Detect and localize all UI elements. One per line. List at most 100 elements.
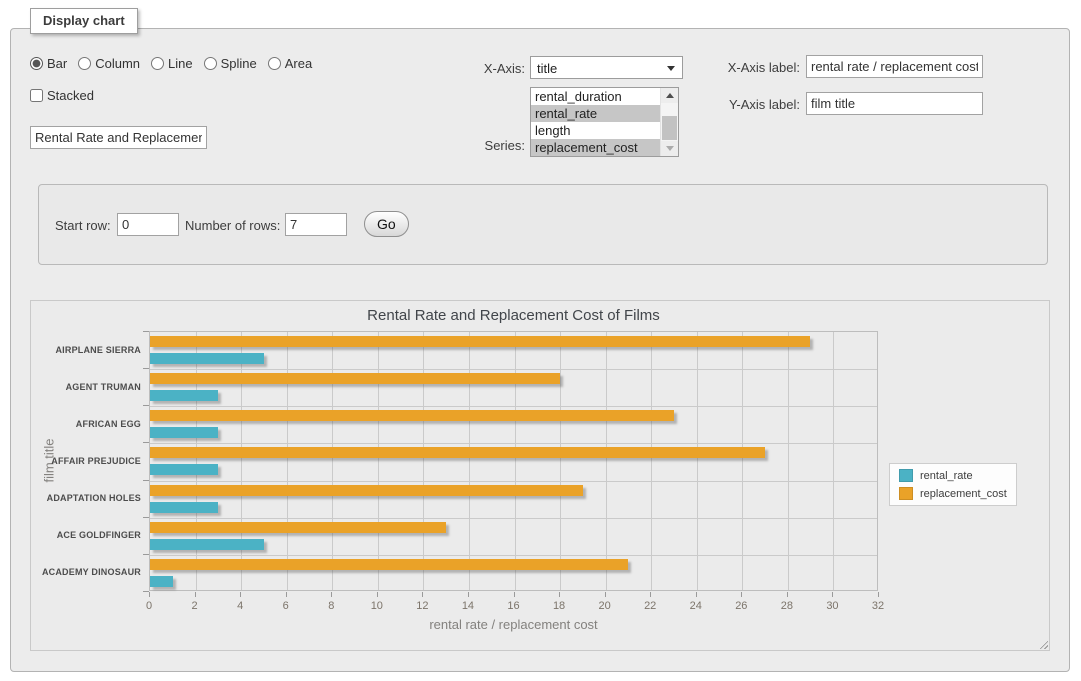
chevron-down-icon xyxy=(667,66,675,71)
bar-replacement_cost xyxy=(150,522,446,533)
series-option-rental_duration[interactable]: rental_duration xyxy=(531,88,661,105)
start-row-label: Start row: xyxy=(55,218,111,233)
x-tick-label: 6 xyxy=(271,600,301,612)
gridline-x xyxy=(606,332,607,590)
chart-type-radio-line[interactable] xyxy=(151,57,164,70)
gridline-x xyxy=(469,332,470,590)
bar-replacement_cost xyxy=(150,447,765,458)
bar-replacement_cost xyxy=(150,410,674,421)
series-option-replacement_cost[interactable]: replacement_cost xyxy=(531,139,661,156)
bar-replacement_cost xyxy=(150,485,583,496)
gridline-x xyxy=(788,332,789,590)
chart-title-input[interactable] xyxy=(30,126,207,149)
chart-type-label: Column xyxy=(95,56,140,71)
x-tick-mark xyxy=(741,592,742,597)
y-tick-mark xyxy=(143,480,149,481)
xaxis-select[interactable]: title xyxy=(530,56,683,79)
go-button[interactable]: Go xyxy=(364,211,409,237)
chart-type-option-bar[interactable]: Bar xyxy=(30,56,67,71)
chart-type-label: Line xyxy=(168,56,193,71)
scroll-up-button[interactable] xyxy=(661,88,678,103)
y-tick-mark xyxy=(143,405,149,406)
x-tick-mark xyxy=(787,592,788,597)
gridline-y xyxy=(150,555,877,556)
chart-type-option-spline[interactable]: Spline xyxy=(204,56,257,71)
x-tick-label: 30 xyxy=(817,600,847,612)
x-tick-label: 16 xyxy=(499,600,529,612)
bar-rental_rate xyxy=(150,390,218,401)
stacked-checkbox[interactable] xyxy=(30,89,43,102)
chart-type-option-line[interactable]: Line xyxy=(151,56,193,71)
chart-type-option-area[interactable]: Area xyxy=(268,56,312,71)
x-tick-label: 24 xyxy=(681,600,711,612)
chart-type-radio-area[interactable] xyxy=(268,57,281,70)
category-label: AGENT TRUMAN xyxy=(31,382,141,392)
gridline-x xyxy=(651,332,652,590)
chart-type-label: Area xyxy=(285,56,312,71)
bar-replacement_cost xyxy=(150,373,560,384)
gridline-x xyxy=(378,332,379,590)
y-tick-mark xyxy=(143,368,149,369)
category-label: AFFAIR PREJUDICE xyxy=(31,456,141,466)
series-select-label: Series: xyxy=(430,138,525,153)
legend-label: replacement_cost xyxy=(920,488,1007,500)
arrow-up-icon xyxy=(666,93,674,98)
chart-type-label: Spline xyxy=(221,56,257,71)
gridline-y xyxy=(150,443,877,444)
gridline-y xyxy=(150,369,877,370)
x-axis-title: rental rate / replacement cost xyxy=(149,617,878,632)
gridline-x xyxy=(241,332,242,590)
legend-swatch xyxy=(899,487,913,500)
x-tick-label: 8 xyxy=(316,600,346,612)
gridline-x xyxy=(560,332,561,590)
bar-rental_rate xyxy=(150,539,264,550)
x-tick-mark xyxy=(559,592,560,597)
series-multiselect[interactable]: rental_durationrental_ratelengthreplacem… xyxy=(530,87,679,157)
gridline-y xyxy=(150,481,877,482)
x-tick-mark xyxy=(377,592,378,597)
x-tick-label: 26 xyxy=(726,600,756,612)
chart-area: Rental Rate and Replacement Cost of Film… xyxy=(30,300,1050,651)
start-row-input[interactable] xyxy=(117,213,179,236)
scrollbar-thumb[interactable] xyxy=(662,116,677,140)
x-tick-mark xyxy=(331,592,332,597)
series-option-length[interactable]: length xyxy=(531,122,661,139)
resize-handle-icon[interactable] xyxy=(1037,638,1048,649)
bar-rental_rate xyxy=(150,502,218,513)
category-label: ACADEMY DINOSAUR xyxy=(31,567,141,577)
series-multiselect-options: rental_durationrental_ratelengthreplacem… xyxy=(531,88,678,156)
chart-type-radio-spline[interactable] xyxy=(204,57,217,70)
x-tick-label: 22 xyxy=(635,600,665,612)
num-rows-input[interactable] xyxy=(285,213,347,236)
arrow-down-icon xyxy=(666,146,674,151)
chart-type-radio-bar[interactable] xyxy=(30,57,43,70)
bar-replacement_cost xyxy=(150,336,810,347)
chart-type-radio-column[interactable] xyxy=(78,57,91,70)
xaxis-label-input[interactable] xyxy=(806,55,983,78)
bar-rental_rate xyxy=(150,427,218,438)
x-tick-mark xyxy=(696,592,697,597)
x-tick-mark xyxy=(650,592,651,597)
bar-replacement_cost xyxy=(150,559,628,570)
x-tick-label: 18 xyxy=(544,600,574,612)
yaxis-label-input[interactable] xyxy=(806,92,983,115)
x-tick-mark xyxy=(422,592,423,597)
gridline-x xyxy=(332,332,333,590)
stacked-label: Stacked xyxy=(47,88,94,103)
stacked-option[interactable]: Stacked xyxy=(30,88,94,103)
chart-type-option-column[interactable]: Column xyxy=(78,56,140,71)
gridline-x xyxy=(697,332,698,590)
x-tick-mark xyxy=(286,592,287,597)
series-scrollbar[interactable] xyxy=(660,88,678,156)
x-tick-label: 10 xyxy=(362,600,392,612)
legend-item: replacement_cost xyxy=(899,487,1007,500)
gridline-y xyxy=(150,406,877,407)
y-tick-mark xyxy=(143,442,149,443)
scroll-down-button[interactable] xyxy=(661,141,678,156)
gridline-x xyxy=(423,332,424,590)
x-tick-label: 20 xyxy=(590,600,620,612)
legend-swatch xyxy=(899,469,913,482)
series-option-rental_rate[interactable]: rental_rate xyxy=(531,105,661,122)
gridline-x xyxy=(833,332,834,590)
gridline-x xyxy=(287,332,288,590)
